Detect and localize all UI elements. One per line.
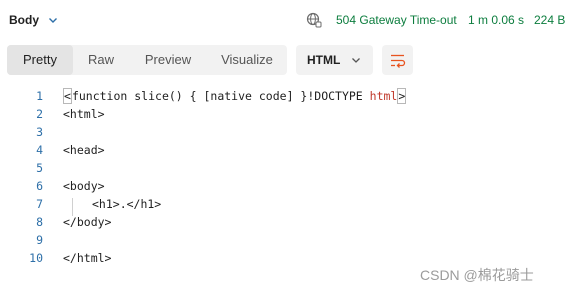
code-text: </body> [63,215,112,229]
tab-visualize[interactable]: Visualize [210,45,284,75]
code-line: 1 <function slice() { [native code] }!DO… [0,88,573,107]
line-number: 2 [36,107,43,121]
code-text: <function slice() { [native code] }!DOCT… [63,88,407,104]
code-line: 4 <head> [0,143,573,161]
chevron-down-icon [352,58,360,63]
tab-raw[interactable]: Raw [75,45,127,75]
doctype-html-tag: html [369,89,398,103]
code-line: 3 [0,125,573,143]
globe-network-icon[interactable] [306,12,322,28]
line-number: 4 [36,143,43,157]
chevron-down-icon[interactable] [47,14,59,26]
bracket-match-highlight: < [63,88,72,104]
wrap-lines-button[interactable] [382,45,413,75]
code-line: 2 <html> [0,107,573,125]
code-text: <h1>.</h1> [92,197,162,211]
wrap-lines-icon [391,54,406,68]
response-size[interactable]: 224 B [534,13,565,27]
tab-preview[interactable]: Preview [133,45,203,75]
code-line: 7 <h1>.</h1> [0,197,573,215]
code-line: 5 [0,161,573,179]
line-number: 6 [36,179,43,193]
line-number: 8 [36,215,43,229]
code-line: 6 <body> [0,179,573,197]
code-line: 9 [0,233,573,251]
response-status[interactable]: 504 Gateway Time-out [336,13,457,27]
format-select-value: HTML [307,53,341,67]
bracket-match-highlight: > [397,88,407,104]
line-number: 3 [36,125,43,139]
code-text: <body> [63,179,105,193]
line-number: 7 [36,197,43,211]
indent-guide [72,198,73,216]
code-text: <head> [63,143,105,157]
tab-pretty[interactable]: Pretty [7,45,73,75]
watermark: CSDN @棉花骑士 [420,267,534,283]
doctype-keyword: !DOCTYPE [307,89,370,103]
line-number: 1 [36,89,43,103]
code-text: </html> [63,251,112,265]
format-select[interactable]: HTML [296,45,373,75]
response-time[interactable]: 1 m 0.06 s [468,13,524,27]
line-number: 5 [36,161,43,175]
response-header: Body 504 Gateway Time-out 1 m 0.06 s 224… [0,0,573,40]
line-number: 10 [29,251,43,265]
view-tabs: Pretty Raw Preview Visualize [7,45,287,75]
code-line: 8 </body> [0,215,573,233]
line-number: 9 [36,233,43,247]
body-dropdown-label[interactable]: Body [9,13,39,27]
code-text: <html> [63,107,105,121]
